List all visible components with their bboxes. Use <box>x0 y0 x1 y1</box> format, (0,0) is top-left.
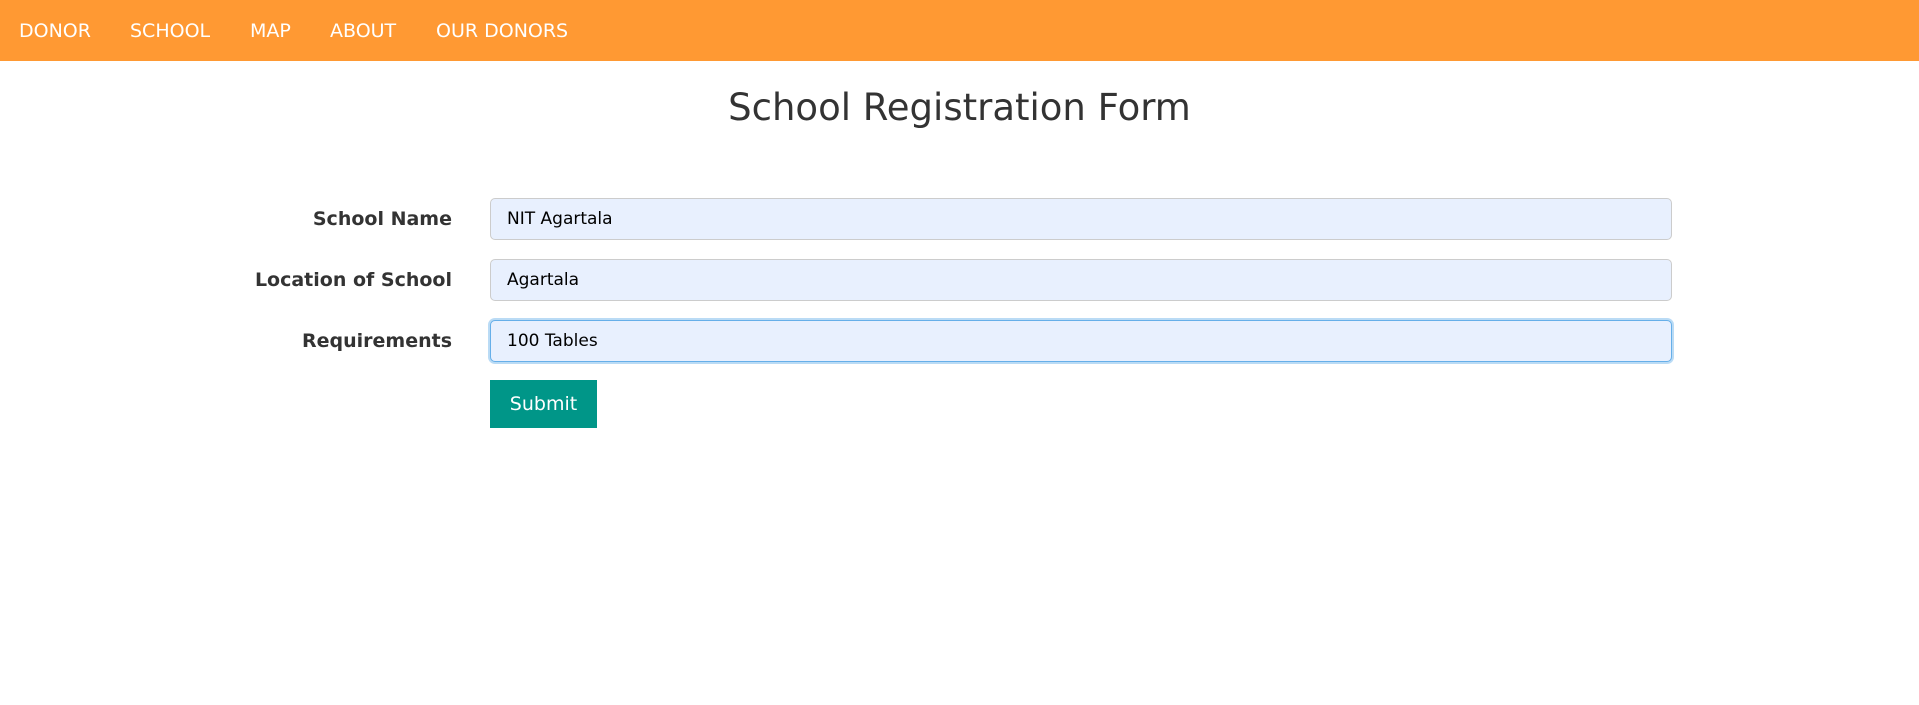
school-name-input[interactable] <box>490 198 1672 240</box>
nav-item-map[interactable]: MAP <box>250 20 291 42</box>
nav-item-school[interactable]: SCHOOL <box>130 20 210 42</box>
top-navbar: DONOR SCHOOL MAP ABOUT OUR DONORS <box>0 0 1919 61</box>
submit-button[interactable]: Submit <box>490 380 597 428</box>
requirements-input[interactable] <box>490 320 1672 362</box>
nav-item-our-donors[interactable]: OUR DONORS <box>436 20 568 42</box>
requirements-label: Requirements <box>301 330 452 352</box>
location-of-school-input[interactable] <box>490 259 1672 301</box>
school-name-label: School Name <box>312 208 452 230</box>
nav-item-donor[interactable]: DONOR <box>19 20 91 42</box>
nav-item-about[interactable]: ABOUT <box>330 20 396 42</box>
page-title: School Registration Form <box>728 86 1191 129</box>
location-of-school-label: Location of School <box>254 269 452 291</box>
